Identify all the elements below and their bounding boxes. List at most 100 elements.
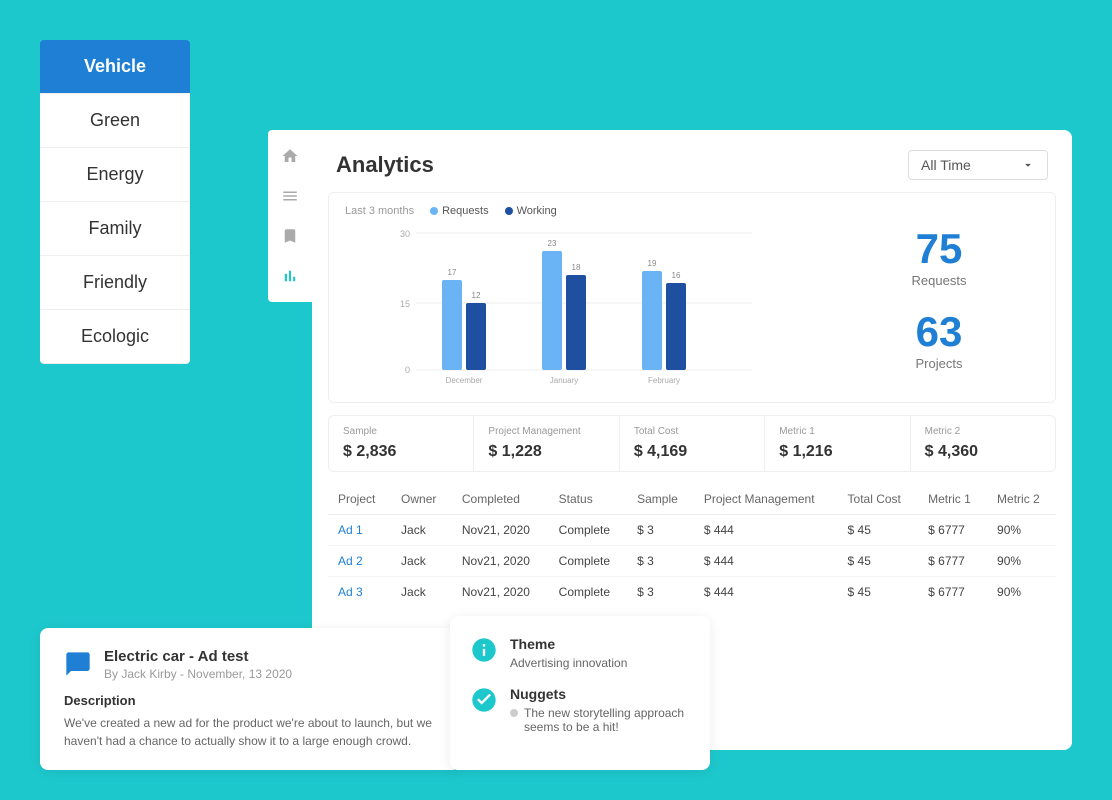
metric-m2-value: $ 4,360 (925, 443, 1041, 461)
metric-m1-name: Metric 1 (779, 426, 895, 437)
cell-owner: Jack (391, 577, 452, 605)
metrics-row: Sample $ 2,836 Project Management $ 1,22… (328, 415, 1056, 472)
nav-chart[interactable] (272, 258, 308, 294)
cell-project[interactable]: Ad 1 (328, 515, 391, 546)
legend-dot-working (505, 207, 513, 215)
icon-navigation (268, 130, 312, 302)
stat-projects: 63 Projects (916, 308, 963, 371)
svg-text:17: 17 (448, 268, 457, 277)
sidebar-item-energy[interactable]: Energy (40, 148, 190, 202)
svg-text:December: December (446, 376, 483, 385)
nuggets-block: Nuggets The new storytelling approach se… (470, 686, 690, 734)
cell-completed: Nov21, 2020 (452, 515, 549, 546)
legend-requests: Requests (430, 205, 488, 217)
metric-m2: Metric 2 $ 4,360 (911, 416, 1055, 471)
bottom-card: Electric car - Ad test By Jack Kirby - N… (40, 628, 460, 770)
cell-status: Complete (549, 515, 627, 546)
metric-total-cost: Total Cost $ 4,169 (620, 416, 765, 471)
svg-text:18: 18 (572, 263, 581, 272)
chevron-down-icon (1021, 158, 1035, 172)
legend-label-working: Working (517, 205, 557, 217)
col-m1: Metric 1 (918, 484, 987, 515)
cell-owner: Jack (391, 546, 452, 577)
nugget-dot (510, 709, 518, 717)
col-project: Project (328, 484, 391, 515)
time-filter-dropdown[interactable]: All Time (908, 150, 1048, 180)
svg-text:30: 30 (400, 229, 410, 239)
metric-sample: Sample $ 2,836 (329, 416, 474, 471)
metric-m2-name: Metric 2 (925, 426, 1041, 437)
metric-m1: Metric 1 $ 1,216 (765, 416, 910, 471)
cell-sample: $ 3 (627, 577, 694, 605)
sidebar-item-green[interactable]: Green (40, 94, 190, 148)
nav-list[interactable] (272, 178, 308, 214)
sidebar-item-ecologic[interactable]: Ecologic (40, 310, 190, 364)
cell-m2: 90% (987, 577, 1056, 605)
chart-area: Last 3 months Requests Working 30 15 0 (345, 205, 819, 390)
cell-project[interactable]: Ad 3 (328, 577, 391, 605)
chart-section: Last 3 months Requests Working 30 15 0 (328, 192, 1056, 403)
stat-requests: 75 Requests (912, 225, 967, 288)
nav-bookmark[interactable] (272, 218, 308, 254)
bottom-right-panel: Theme Advertising innovation Nuggets The… (450, 616, 710, 770)
stat-requests-value: 75 (912, 225, 967, 273)
col-sample: Sample (627, 484, 694, 515)
table-row: Ad 1 Jack Nov21, 2020 Complete $ 3 $ 444… (328, 515, 1056, 546)
metric-pm: Project Management $ 1,228 (474, 416, 619, 471)
card-subtitle: By Jack Kirby - November, 13 2020 (104, 667, 292, 681)
metric-pm-value: $ 1,228 (488, 443, 604, 461)
svg-text:15: 15 (400, 299, 410, 309)
cell-total: $ 45 (838, 515, 919, 546)
chart-stats: 75 Requests 63 Projects (839, 205, 1039, 390)
cell-project[interactable]: Ad 2 (328, 546, 391, 577)
metric-total-value: $ 4,169 (634, 443, 750, 461)
theme-block: Theme Advertising innovation (470, 636, 690, 670)
cell-m1: $ 6777 (918, 577, 987, 605)
sidebar-item-vehicle[interactable]: Vehicle (40, 40, 190, 94)
cell-m2: 90% (987, 515, 1056, 546)
svg-text:16: 16 (672, 271, 681, 280)
analytics-title: Analytics (336, 152, 434, 178)
col-completed: Completed (452, 484, 549, 515)
legend-working: Working (505, 205, 557, 217)
chart-label-row: Last 3 months Requests Working (345, 205, 819, 217)
col-status: Status (549, 484, 627, 515)
nuggets-label: Nuggets (510, 686, 690, 702)
sidebar-item-family[interactable]: Family (40, 202, 190, 256)
svg-text:12: 12 (472, 291, 481, 300)
cell-m1: $ 6777 (918, 515, 987, 546)
theme-icon (470, 636, 498, 664)
cell-sample: $ 3 (627, 515, 694, 546)
theme-label: Theme (510, 636, 627, 652)
card-description-label: Description (64, 693, 436, 708)
nuggets-content: Nuggets The new storytelling approach se… (510, 686, 690, 734)
col-total: Total Cost (838, 484, 919, 515)
col-owner: Owner (391, 484, 452, 515)
cell-completed: Nov21, 2020 (452, 546, 549, 577)
cell-sample: $ 3 (627, 546, 694, 577)
metric-m1-value: $ 1,216 (779, 443, 895, 461)
sidebar-item-friendly[interactable]: Friendly (40, 256, 190, 310)
card-title: Electric car - Ad test (104, 648, 292, 665)
nugget-text: The new storytelling approach seems to b… (524, 706, 690, 734)
metric-sample-name: Sample (343, 426, 459, 437)
data-table-wrapper: Project Owner Completed Status Sample Pr… (328, 484, 1056, 604)
nav-home[interactable] (272, 138, 308, 174)
col-pm: Project Management (694, 484, 838, 515)
table-header-row: Project Owner Completed Status Sample Pr… (328, 484, 1056, 515)
cell-owner: Jack (391, 515, 452, 546)
theme-text: Advertising innovation (510, 656, 627, 670)
metric-pm-name: Project Management (488, 426, 604, 437)
svg-text:January: January (550, 376, 578, 385)
analytics-header: Analytics All Time (312, 130, 1072, 192)
table-row: Ad 2 Jack Nov21, 2020 Complete $ 3 $ 444… (328, 546, 1056, 577)
bottom-card-header: Electric car - Ad test By Jack Kirby - N… (64, 648, 436, 681)
chart-period: Last 3 months (345, 205, 414, 217)
cell-status: Complete (549, 546, 627, 577)
cell-completed: Nov21, 2020 (452, 577, 549, 605)
card-description-text: We've created a new ad for the product w… (64, 714, 436, 750)
svg-text:February: February (648, 376, 680, 385)
main-container: Vehicle Green Energy Family Friendly Eco… (0, 0, 1112, 800)
sidebar: Vehicle Green Energy Family Friendly Eco… (40, 40, 190, 364)
nuggets-icon (470, 686, 498, 714)
